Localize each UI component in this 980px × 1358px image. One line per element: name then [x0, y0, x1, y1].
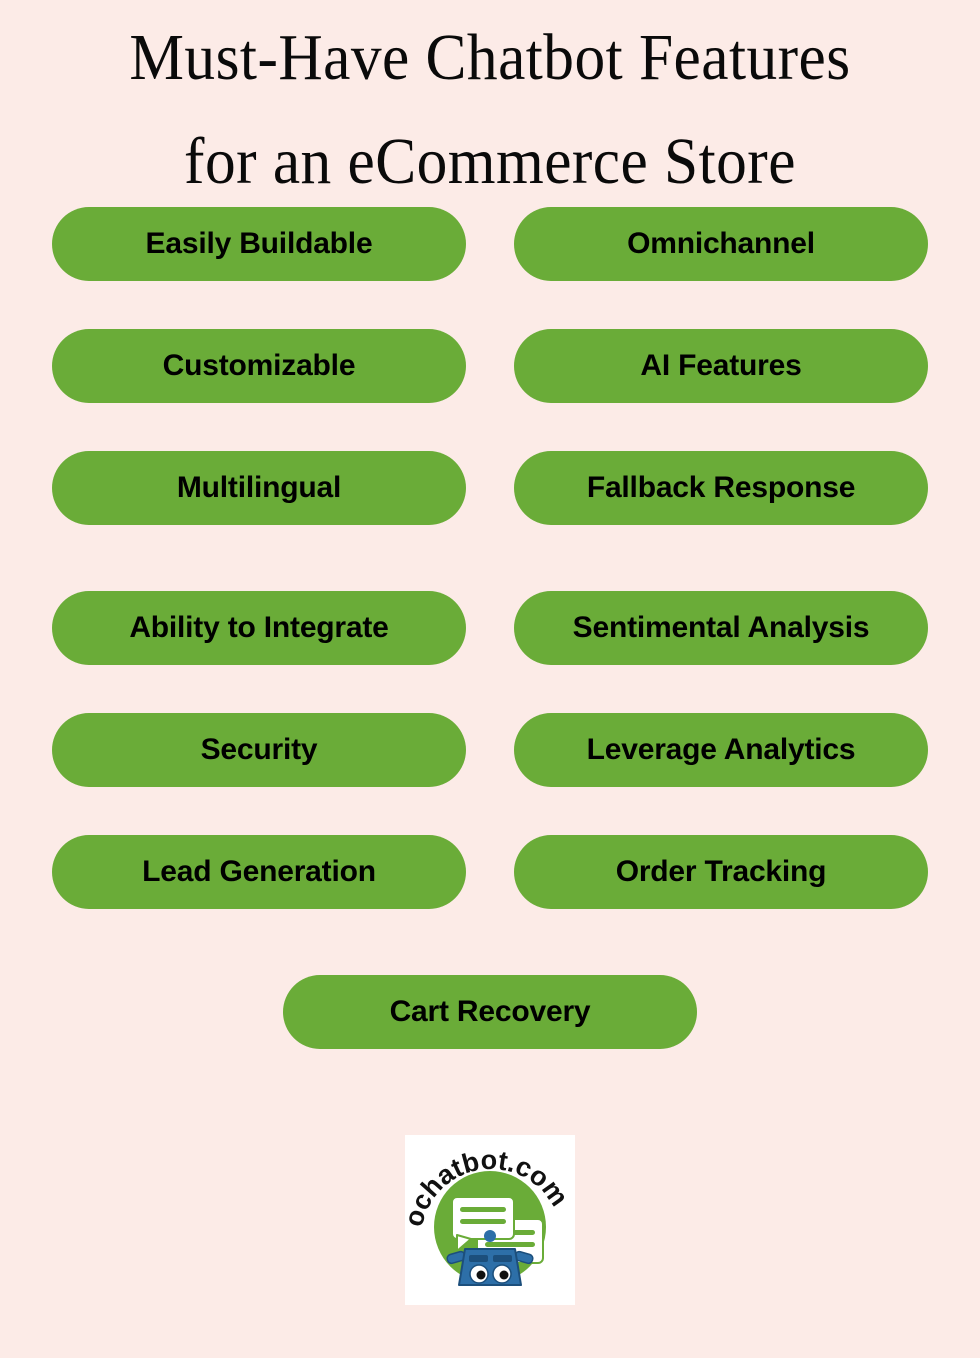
ochatbot-logo-icon: ochatbot.com	[405, 1145, 574, 1286]
feature-pill-leverage-analytics[interactable]: Leverage Analytics	[514, 713, 928, 787]
feature-row-5: Security Leverage Analytics	[0, 713, 980, 787]
title-line-1: Must-Have Chatbot Features	[129, 21, 851, 94]
feature-pill-lead-generation[interactable]: Lead Generation	[52, 835, 466, 909]
feature-pill-cart-recovery[interactable]: Cart Recovery	[283, 975, 697, 1049]
feature-pill-fallback-response[interactable]: Fallback Response	[514, 451, 928, 525]
feature-row-4: Ability to Integrate Sentimental Analysi…	[0, 591, 980, 665]
feature-row-6: Lead Generation Order Tracking	[0, 835, 980, 909]
brand-logo-card: ochatbot.com	[405, 1135, 575, 1305]
feature-row-1: Easily Buildable Omnichannel	[0, 207, 980, 281]
feature-pill-omnichannel[interactable]: Omnichannel	[514, 207, 928, 281]
feature-pill-easily-buildable[interactable]: Easily Buildable	[52, 207, 466, 281]
feature-pill-ai-features[interactable]: AI Features	[514, 329, 928, 403]
feature-pill-security[interactable]: Security	[52, 713, 466, 787]
page-title: Must-Have Chatbot Features for an eComme…	[0, 6, 980, 214]
feature-row-7: Cart Recovery	[0, 975, 980, 1051]
infographic-poster: Must-Have Chatbot Features for an eComme…	[0, 0, 980, 1358]
feature-row-2: Customizable AI Features	[0, 329, 980, 403]
feature-pill-order-tracking[interactable]: Order Tracking	[514, 835, 928, 909]
feature-pill-grid: Easily Buildable Omnichannel Customizabl…	[0, 207, 980, 1051]
feature-row-3: Multilingual Fallback Response	[0, 451, 980, 525]
feature-pill-ability-to-integrate[interactable]: Ability to Integrate	[52, 591, 466, 665]
logo-robot-body	[458, 1248, 522, 1286]
logo-robot-antenna	[484, 1230, 496, 1242]
title-line-2: for an eCommerce Store	[184, 125, 796, 198]
feature-pill-sentimental-analysis[interactable]: Sentimental Analysis	[514, 591, 928, 665]
feature-pill-customizable[interactable]: Customizable	[52, 329, 466, 403]
feature-pill-multilingual[interactable]: Multilingual	[52, 451, 466, 525]
